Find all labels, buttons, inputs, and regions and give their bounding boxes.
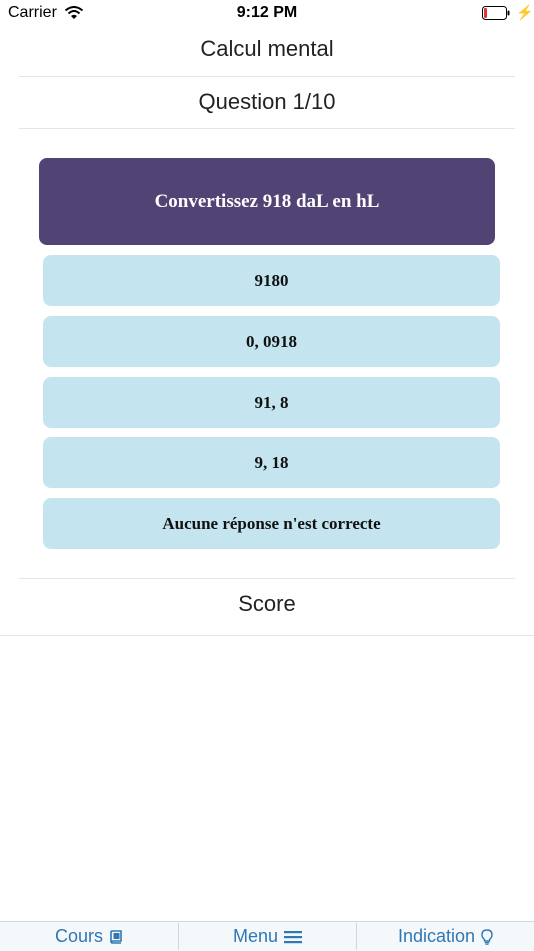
question-card: Convertissez 918 daL en hL [39, 158, 495, 245]
divider [0, 635, 534, 636]
answer-option-1[interactable]: 9180 [43, 255, 500, 306]
book-icon [109, 929, 123, 944]
tab-label: Menu [232, 926, 279, 946]
divider [19, 128, 515, 129]
answer-label: 0, 0918 [246, 331, 297, 351]
tab-cours[interactable]: Cours [0, 923, 178, 950]
bottom-tab-bar: Cours Menu Indication [0, 921, 534, 951]
tab-menu[interactable]: Menu [178, 923, 356, 950]
answer-label: 9180 [254, 270, 289, 290]
answer-option-3[interactable]: 91, 8 [43, 377, 500, 428]
answer-option-4[interactable]: 9, 18 [43, 437, 500, 488]
answer-label: Aucune réponse n'est correcte [162, 513, 381, 533]
tab-label: Indication [397, 926, 476, 946]
status-bar: Carrier 9:12 PM ⚡ [0, 0, 534, 28]
answer-label: 9, 18 [254, 452, 289, 472]
lightbulb-icon [481, 928, 493, 945]
list-icon [284, 930, 303, 944]
answer-label: 91, 8 [254, 392, 289, 412]
score-label: Score [238, 591, 296, 616]
question-counter: Question 1/10 [198, 89, 336, 114]
clock: 9:12 PM [236, 4, 298, 21]
answer-option-5[interactable]: Aucune réponse n'est correcte [43, 498, 500, 549]
tab-indication[interactable]: Indication [356, 923, 534, 950]
divider [19, 578, 515, 579]
charging-bolt-icon: ⚡ [516, 4, 534, 20]
question-text: Convertissez 918 daL en hL [154, 190, 380, 212]
answer-option-2[interactable]: 0, 0918 [43, 316, 500, 367]
app-title: Calcul mental [200, 36, 334, 61]
tab-label: Cours [54, 926, 103, 946]
battery-icon [482, 6, 510, 20]
divider [19, 76, 515, 77]
